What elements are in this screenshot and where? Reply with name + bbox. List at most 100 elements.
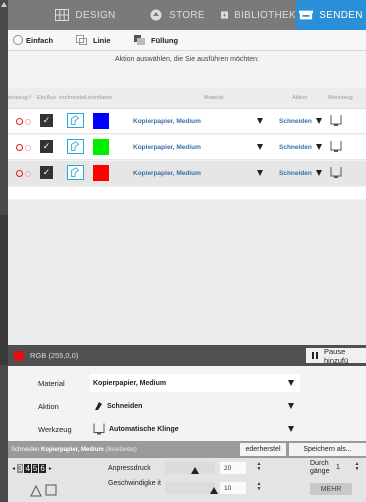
tab-senden[interactable]: SENDEN	[296, 0, 366, 30]
action-value[interactable]: Schneiden	[279, 144, 312, 151]
passes-stepper[interactable]: ▲ ▼	[353, 462, 361, 472]
properties-panel: Material Kopierpapier, Medium Aktion Sch…	[8, 366, 366, 441]
tab-einfach[interactable]: Einfach	[8, 30, 66, 50]
layer-digit-selector[interactable]: ◂ 3 4 5 6 ▸	[12, 464, 52, 473]
tool-2-circle-icon[interactable]	[25, 119, 31, 125]
line-color-swatch	[93, 113, 109, 129]
shape-icons	[30, 484, 57, 497]
reset-button[interactable]: ederherstel	[240, 443, 286, 456]
tab-linie[interactable]: Linie	[66, 30, 124, 50]
material-value[interactable]: Kopierpapier, Medium	[133, 118, 201, 125]
speed-stepper[interactable]: ▲ ▼	[255, 482, 263, 492]
chevron-down-icon	[288, 403, 294, 409]
cut-settings-prefix: Schneiden	[11, 446, 40, 453]
tab-linie-label: Linie	[93, 35, 111, 45]
action-value[interactable]: Schneiden	[279, 118, 312, 125]
layer-digit[interactable]: 6	[39, 464, 46, 473]
enable-checkbox[interactable]: ✓	[40, 114, 53, 127]
material-select[interactable]: Kopierpapier, Medium	[90, 374, 300, 392]
pressure-label: Anpressdruck	[108, 465, 151, 472]
speed-input[interactable]: 10	[220, 482, 246, 494]
cut-settings-title: Schneiden Kopierpapier, Medium (Bearbeit…	[11, 447, 137, 453]
tool-2-circle-icon[interactable]	[25, 145, 31, 151]
pressure-stepper[interactable]: ▲ ▼	[255, 462, 263, 472]
send-mode-tabs: Einfach Linie Füllung	[8, 30, 366, 51]
tab-fuellung[interactable]: Füllung	[124, 30, 194, 50]
passes-label: Durch gänge	[310, 460, 330, 475]
scroll-up-icon[interactable]	[1, 2, 7, 7]
table-row-selected[interactable]: ✓ Kopierpapier, Medium Schneiden	[8, 161, 366, 186]
enable-checkbox[interactable]: ✓	[40, 140, 53, 153]
tool-select[interactable]: Automatische Klinge	[90, 420, 300, 438]
action-dropdown-arrow-icon[interactable]	[316, 170, 322, 176]
tool-selector[interactable]	[16, 118, 31, 125]
tab-store-label: STORE	[169, 9, 205, 21]
material-dropdown-arrow-icon[interactable]	[257, 144, 263, 150]
tool-select-value: Automatische Klinge	[109, 425, 179, 433]
tab-store[interactable]: STORE	[133, 0, 221, 30]
tool-1-circle-icon[interactable]	[16, 144, 23, 151]
tool-selector[interactable]	[16, 144, 31, 151]
table-row[interactable]: ✓ Kopierpapier, Medium Schneiden	[8, 135, 366, 160]
instruction-text: Aktion auswählen, die Sie ausführen möch…	[115, 56, 259, 63]
cut-settings-body: ◂ 3 4 5 6 ▸ Anpressdruck 20 ▲ ▼ Geschwind…	[8, 458, 366, 502]
blade-tool-icon[interactable]	[330, 115, 342, 126]
left-scroll-rail[interactable]	[0, 0, 8, 502]
action-dropdown-arrow-icon[interactable]	[316, 118, 322, 124]
tab-senden-label: SENDEN	[319, 9, 363, 21]
cut-style-icon[interactable]	[67, 139, 84, 154]
table-row[interactable]: ✓ Kopierpapier, Medium Schneiden	[8, 109, 366, 134]
radio-icon	[13, 35, 23, 45]
action-value[interactable]: Schneiden	[279, 170, 312, 177]
arrow-left-icon[interactable]: ◂	[12, 465, 15, 472]
more-button[interactable]: MEHR	[310, 483, 352, 495]
action-dropdown-arrow-icon[interactable]	[316, 144, 322, 150]
line-icon	[76, 35, 87, 45]
col-header-action: Aktion	[292, 95, 308, 101]
design-grid-icon	[55, 9, 70, 21]
send-cutter-icon	[299, 10, 314, 20]
scroll-thumb[interactable]	[0, 215, 8, 365]
material-dropdown-arrow-icon[interactable]	[257, 170, 263, 176]
tab-einfach-label: Einfach	[26, 35, 54, 45]
cut-style-icon[interactable]	[67, 165, 84, 180]
tab-bibliothek[interactable]: BIBLIOTHEK	[221, 0, 296, 30]
main-tab-bar: DESIGN STORE BIBLIOTHEK SENDEN	[8, 0, 366, 30]
speed-slider[interactable]	[165, 482, 218, 494]
tab-fuellung-label: Füllung	[151, 35, 179, 45]
cut-style-icon[interactable]	[67, 113, 84, 128]
add-pause-button[interactable]: Pause hinzufü	[306, 347, 366, 365]
enable-checkbox[interactable]: ✓	[40, 166, 53, 179]
speed-slider-knob[interactable]	[210, 487, 218, 494]
cut-settings-material: Kopierpapier, Medium	[41, 446, 104, 453]
line-color-swatch	[93, 165, 109, 181]
tool-1-circle-icon[interactable]	[16, 118, 23, 125]
action-select[interactable]: Schneiden	[90, 397, 300, 415]
table-empty-area	[8, 200, 366, 345]
layer-digit[interactable]: 5	[31, 464, 39, 473]
pressure-slider-knob[interactable]	[191, 467, 199, 474]
tool-selector[interactable]	[16, 170, 31, 177]
pressure-input[interactable]: 20	[220, 462, 246, 474]
empty-row	[8, 187, 366, 199]
cut-settings-edited: (Bearbeitet)	[105, 446, 137, 453]
col-header-line-color: Linienfarbe	[85, 95, 113, 101]
blade-tool-icon[interactable]	[330, 167, 342, 178]
material-value[interactable]: Kopierpapier, Medium	[133, 170, 201, 177]
save-as-button[interactable]: Speichern als...	[289, 443, 366, 456]
pressure-slider[interactable]	[165, 462, 215, 474]
passes-value[interactable]: 1	[336, 464, 340, 471]
layer-digit[interactable]: 4	[24, 464, 31, 473]
arrow-right-icon[interactable]: ▸	[49, 465, 52, 472]
layer-digit[interactable]: 3	[17, 464, 24, 473]
blade-tool-icon[interactable]	[330, 141, 342, 152]
material-dropdown-arrow-icon[interactable]	[257, 118, 263, 124]
tab-spacer	[8, 0, 38, 30]
send-panel: Einfach Linie Füllung Aktion auswählen, …	[8, 30, 366, 502]
tool-1-circle-icon[interactable]	[16, 170, 23, 177]
material-value[interactable]: Kopierpapier, Medium	[133, 144, 201, 151]
tool-label: Werkzeug	[38, 424, 72, 434]
tab-design[interactable]: DESIGN	[38, 0, 133, 30]
tool-2-circle-icon[interactable]	[25, 171, 31, 177]
selected-color-bar: RGB (255,0,0) Pause hinzufü	[8, 345, 366, 366]
